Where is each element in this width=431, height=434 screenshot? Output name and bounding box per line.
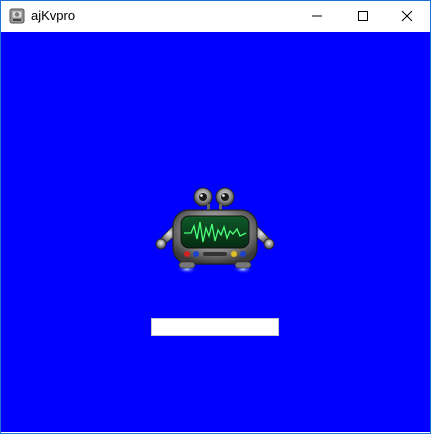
title-bar[interactable]: ajKvpro (1, 1, 430, 31)
minimize-icon (311, 10, 323, 22)
app-disk-icon[interactable] (9, 8, 25, 24)
robot-mascot-icon (151, 186, 279, 282)
text-input[interactable] (151, 318, 279, 336)
window-title: ajKvpro (31, 8, 76, 23)
close-icon (401, 10, 413, 22)
maximize-button[interactable] (340, 1, 386, 31)
close-button[interactable] (384, 1, 430, 31)
minimize-button[interactable] (294, 1, 340, 31)
maximize-icon (357, 10, 369, 22)
app-window: ajKvpro (0, 0, 431, 434)
client-area (1, 32, 430, 432)
